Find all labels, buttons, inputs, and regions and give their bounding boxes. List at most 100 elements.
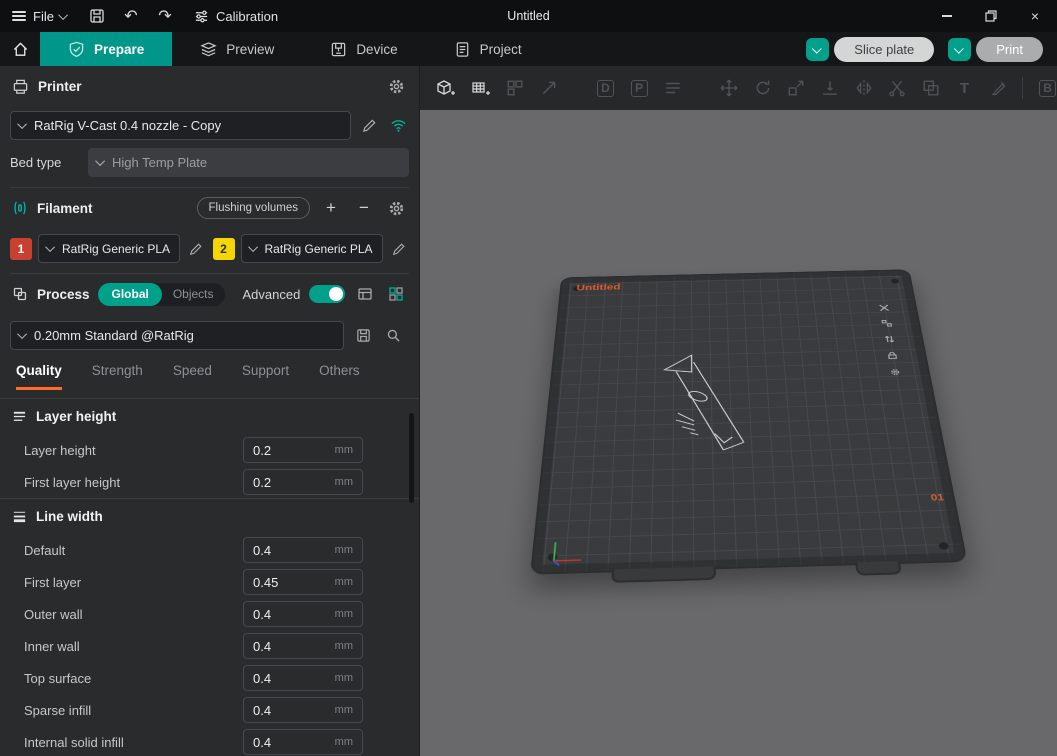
device-icon	[330, 41, 347, 58]
printer-settings-button[interactable]	[385, 75, 407, 97]
paint-icon	[989, 79, 1007, 97]
tab-strength[interactable]: Strength	[92, 363, 143, 390]
redo-button[interactable]: ↷	[148, 0, 182, 32]
plate-settings-p-button[interactable]: P	[630, 77, 649, 99]
plate-updown-button[interactable]	[882, 334, 898, 344]
print-button[interactable]: Print	[976, 37, 1043, 62]
add-filament-button[interactable]: +	[319, 196, 343, 220]
param-row: Top surface mm	[0, 662, 419, 694]
home-button[interactable]	[0, 32, 40, 66]
filament-1-select[interactable]: RatRig Generic PLA	[38, 234, 180, 263]
process-section-title: Process	[37, 287, 90, 302]
flushing-volumes-button[interactable]: Flushing volumes	[197, 197, 310, 219]
outer-wall-line-width-input[interactable]	[253, 607, 335, 622]
cut-tool-button[interactable]	[888, 77, 907, 99]
add-object-button[interactable]	[436, 77, 456, 99]
scale-tool-button[interactable]	[787, 77, 806, 99]
parameter-list-button[interactable]	[663, 77, 682, 99]
text-tool-button[interactable]: T	[955, 77, 974, 99]
viewport-3d[interactable]: Untitled	[420, 110, 1057, 756]
default-line-width-input[interactable]	[253, 543, 335, 558]
plate-arrange-button[interactable]	[879, 318, 895, 328]
file-menu-button[interactable]: File	[0, 0, 80, 32]
undo-button[interactable]: ↶	[114, 0, 148, 32]
top-surface-line-width-input[interactable]	[253, 671, 335, 686]
filament-section-title: Filament	[37, 201, 93, 216]
printer-preset-select[interactable]: RatRig V-Cast 0.4 nozzle - Copy	[10, 111, 351, 140]
paint-tool-button[interactable]	[989, 77, 1008, 99]
layer-height-input[interactable]	[253, 443, 335, 458]
save-preset-button[interactable]	[352, 325, 374, 347]
slice-plate-button[interactable]: Slice plate	[834, 37, 934, 62]
value-field: mm	[243, 469, 363, 495]
chevron-down-icon	[45, 242, 55, 252]
filament-settings-button[interactable]	[385, 197, 407, 219]
tab-preview-label: Preview	[226, 42, 274, 57]
inner-wall-line-width-input[interactable]	[253, 639, 335, 654]
first-layer-line-width-input[interactable]	[253, 575, 335, 590]
parameter-table-button[interactable]	[354, 283, 376, 305]
plate-lock-button[interactable]	[884, 350, 900, 361]
tab-project[interactable]: Project	[426, 32, 550, 66]
sparse-infill-line-width-input[interactable]	[253, 703, 335, 718]
gear-icon	[889, 368, 901, 376]
add-plate-button[interactable]	[471, 77, 491, 99]
minimize-button[interactable]	[925, 0, 969, 32]
remove-filament-button[interactable]: −	[352, 196, 376, 220]
param-row: Layer height mm	[0, 434, 419, 466]
filament-2-swatch[interactable]: 2	[213, 238, 235, 260]
plate-settings-button[interactable]	[887, 367, 903, 378]
tab-quality[interactable]: Quality	[16, 363, 62, 390]
printer-edit-button[interactable]	[359, 115, 380, 137]
save-icon	[89, 8, 105, 24]
rotate-tool-button[interactable]	[754, 77, 773, 99]
tab-preview[interactable]: Preview	[172, 32, 302, 66]
process-scope-toggle: Global Objects	[98, 283, 224, 306]
mirror-tool-button[interactable]	[854, 77, 873, 99]
model-wireframe[interactable]	[648, 347, 797, 491]
advanced-toggle[interactable]	[309, 285, 345, 303]
object-settings-button[interactable]	[385, 283, 407, 305]
unit-label: mm	[335, 608, 353, 620]
value-field: mm	[243, 665, 363, 691]
arrange-icon	[881, 320, 892, 327]
auto-orient-button[interactable]	[540, 77, 559, 99]
calibration-button[interactable]: Calibration	[182, 0, 290, 32]
add-plate-icon	[471, 79, 491, 98]
tab-prepare[interactable]: Prepare	[40, 32, 172, 66]
slice-dropdown-button[interactable]	[806, 38, 829, 61]
close-button[interactable]: ×	[1013, 0, 1057, 32]
filament-1-swatch[interactable]: 1	[10, 238, 32, 260]
move-tool-button[interactable]	[720, 77, 739, 99]
process-preset-select[interactable]: 0.20mm Standard @RatRig	[10, 321, 344, 350]
mirror-icon	[855, 79, 873, 97]
scope-objects-button[interactable]: Objects	[162, 287, 225, 301]
scope-global-button[interactable]: Global	[98, 283, 161, 306]
internal-solid-infill-line-width-input[interactable]	[253, 735, 335, 750]
param-label: Inner wall	[24, 639, 243, 654]
mesh-boolean-tool-button[interactable]	[922, 77, 941, 99]
save-button[interactable]	[80, 0, 114, 32]
plate-settings-d-button[interactable]: D	[596, 77, 615, 99]
filament-1-edit-button[interactable]	[186, 238, 206, 260]
tab-support[interactable]: Support	[242, 363, 289, 390]
arrange-button[interactable]	[506, 77, 525, 99]
first-layer-height-input[interactable]	[253, 475, 335, 490]
bed-type-select[interactable]: High Temp Plate	[88, 148, 409, 177]
assembly-view-button[interactable]: B	[1038, 77, 1057, 99]
printer-connection-button[interactable]	[388, 115, 409, 137]
filament-2-edit-button[interactable]	[389, 238, 409, 260]
restore-button[interactable]	[969, 0, 1013, 32]
build-plate[interactable]: Untitled	[530, 269, 968, 574]
plate-index-label: 01	[930, 493, 945, 504]
plate-close-button[interactable]	[876, 303, 891, 313]
print-dropdown-button[interactable]	[948, 38, 971, 61]
lay-flat-tool-button[interactable]	[821, 77, 840, 99]
filament-2-select[interactable]: RatRig Generic PLA	[241, 234, 383, 263]
tab-speed[interactable]: Speed	[173, 363, 212, 390]
tab-others[interactable]: Others	[319, 363, 360, 390]
search-preset-button[interactable]	[382, 325, 404, 347]
tab-device[interactable]: Device	[302, 32, 425, 66]
sidebar-scrollbar[interactable]	[409, 413, 414, 503]
up-down-icon	[884, 335, 896, 343]
